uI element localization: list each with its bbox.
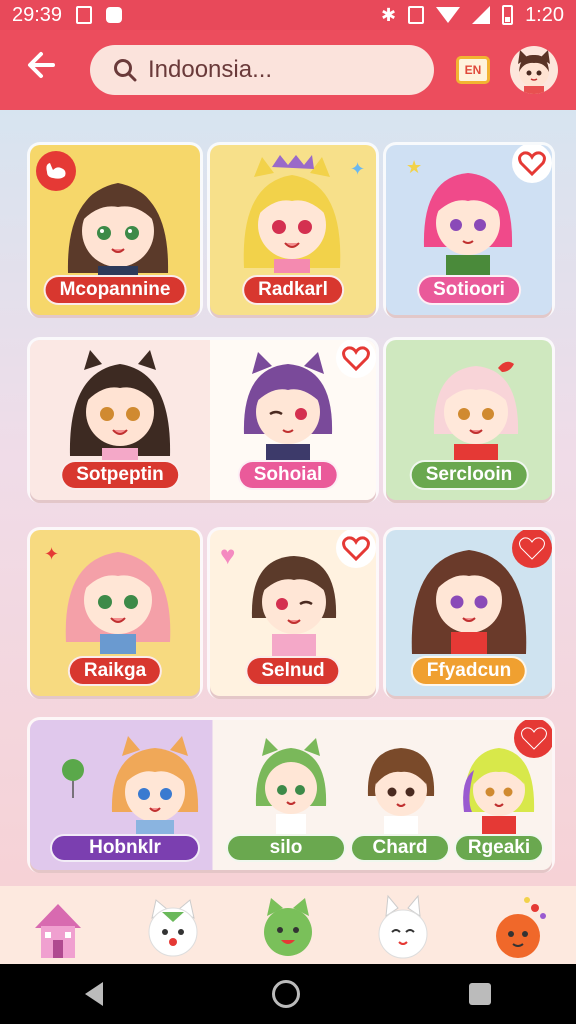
character-name: Chard	[350, 834, 450, 862]
character-name: Sohoial	[237, 460, 339, 490]
character-name: Ffyadcun	[410, 656, 528, 686]
balloon-icon	[62, 759, 84, 798]
cat-girl-avatar-icon	[518, 50, 550, 94]
status-clock: 1:20	[525, 3, 564, 26]
character-name: Hobnklr	[50, 834, 200, 862]
status-time: 29:39	[12, 3, 63, 26]
orange-blob-icon[interactable]	[487, 892, 549, 962]
character-portrait	[423, 173, 513, 277]
character-name: Sotioori	[417, 275, 521, 305]
character-grid: Mcopannine ✦ Radkarl ★ Sotioori Sotpepti…	[0, 110, 576, 886]
status-bar: 29:39 ✱ 1:20	[0, 0, 576, 30]
bluetooth-icon: ✱	[380, 4, 397, 25]
character-portrait	[111, 736, 199, 842]
wifi-icon	[436, 7, 461, 23]
character-portrait	[243, 155, 341, 273]
character-card-3[interactable]: ★ Sotioori	[386, 145, 552, 315]
character-card-7[interactable]: ✦ Raikga	[30, 530, 200, 696]
white-bunny-icon[interactable]	[372, 892, 434, 962]
system-nav-bar	[0, 964, 576, 1024]
search-bar[interactable]: Indoonsia...	[90, 45, 434, 95]
green-cat-icon[interactable]	[257, 892, 319, 962]
signal-icon	[472, 6, 491, 24]
character-card-2[interactable]: ✦ Radkarl	[210, 145, 376, 315]
white-cat-icon[interactable]	[142, 892, 204, 962]
character-card-8[interactable]: ♥ Selnud	[210, 530, 376, 696]
character-portrait	[243, 352, 333, 466]
character-name: Mcopannine	[43, 275, 187, 305]
character-portrait	[251, 556, 337, 658]
app-header: Indoonsia... EN	[0, 30, 576, 110]
back-button[interactable]	[18, 45, 68, 95]
heart-icon[interactable]	[514, 720, 552, 758]
character-name: Radkarl	[242, 275, 344, 305]
nav-recents-icon[interactable]	[469, 983, 492, 1005]
search-text: Indoonsia...	[148, 56, 273, 83]
language-button[interactable]: EN	[456, 56, 490, 84]
battery-icon	[502, 5, 514, 25]
character-name: Serclooin	[409, 460, 529, 490]
notification-icon	[106, 7, 123, 23]
back-arrow-icon	[28, 52, 55, 78]
character-card-1[interactable]: Mcopannine	[30, 145, 200, 315]
nav-home-icon[interactable]	[271, 980, 300, 1008]
character-portrait	[255, 738, 327, 836]
character-portrait	[367, 748, 435, 838]
character-portrait	[65, 552, 171, 654]
nav-back-icon[interactable]	[84, 982, 103, 1006]
character-portrait	[411, 550, 527, 654]
character-name: Rgeaki	[454, 834, 544, 862]
group-character-card[interactable]: Hobnklr silo Chard Rgeaki	[30, 720, 552, 870]
sim-icon	[76, 6, 93, 24]
character-card-9[interactable]: Ffyadcun	[386, 530, 552, 696]
character-card-wide-row2[interactable]: Sotpeptin Sohoial	[30, 340, 376, 500]
character-portrait	[67, 183, 169, 283]
profile-avatar[interactable]	[510, 46, 558, 94]
search-icon	[114, 59, 137, 82]
character-portrait	[433, 361, 519, 468]
vibrate-icon	[408, 6, 425, 24]
house-icon[interactable]	[27, 892, 89, 962]
character-name: Raikga	[67, 656, 163, 686]
character-card-6[interactable]: Serclooin	[386, 340, 552, 500]
character-portrait	[69, 350, 171, 466]
character-name: silo	[226, 834, 346, 862]
character-name: Sotpeptin	[60, 460, 180, 490]
bottom-dock	[0, 886, 576, 964]
character-name: Selnud	[245, 656, 341, 686]
